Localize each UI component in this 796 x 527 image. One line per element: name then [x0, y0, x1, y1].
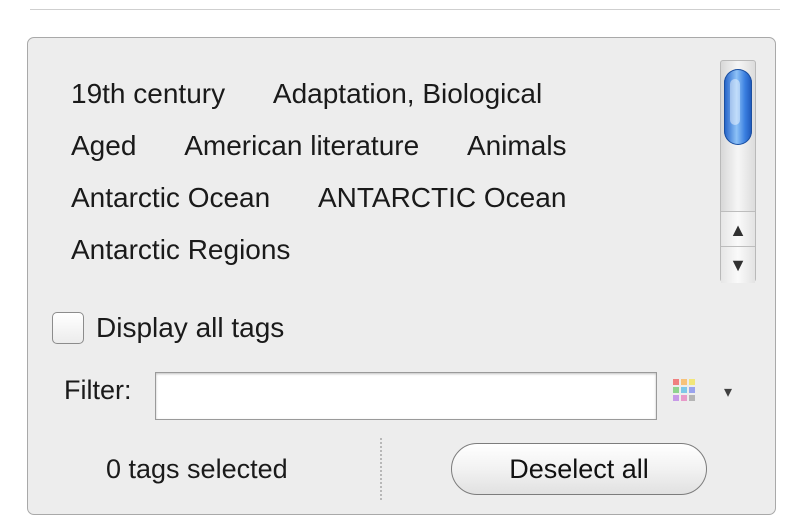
- tag-row: 19th century Adaptation, Biological: [68, 68, 688, 120]
- filter-label: Filter:: [64, 375, 132, 405]
- color-swatch: [689, 395, 695, 401]
- scroll-down-icon[interactable]: ▼: [721, 246, 755, 283]
- color-swatch: [681, 387, 687, 393]
- color-swatch: [689, 379, 695, 385]
- display-all-tags-label: Display all tags: [96, 312, 285, 343]
- color-swatch: [673, 379, 679, 385]
- tag-selector-pane: 19th century Adaptation, Biological Aged…: [27, 37, 776, 515]
- color-swatch: [673, 387, 679, 393]
- tag-item[interactable]: Adaptation, Biological: [273, 68, 542, 120]
- filter-input[interactable]: [155, 372, 657, 420]
- color-swatch: [681, 395, 687, 401]
- top-divider: [30, 9, 780, 10]
- tag-row: Aged American literature Animals: [68, 120, 688, 172]
- tags-selected-count: 0 tags selected: [106, 454, 288, 484]
- deselect-all-button[interactable]: Deselect all: [451, 443, 707, 495]
- tag-row: Antarctic Regions: [68, 224, 688, 276]
- scroll-thumb[interactable]: [724, 69, 752, 145]
- tag-color-grid-icon[interactable]: [673, 379, 697, 403]
- tag-item[interactable]: American literature: [184, 120, 419, 172]
- tag-item[interactable]: 19th century: [71, 68, 225, 120]
- display-all-tags-option[interactable]: Display all tags: [52, 310, 284, 346]
- tag-item[interactable]: Aged: [71, 120, 136, 172]
- tag-item[interactable]: Animals: [467, 120, 567, 172]
- tag-item[interactable]: ANTARCTIC Ocean: [318, 172, 566, 224]
- tag-cloud: 19th century Adaptation, Biological Aged…: [68, 68, 688, 288]
- scroll-up-icon[interactable]: ▲: [721, 211, 755, 248]
- tag-item[interactable]: Antarctic Ocean: [71, 172, 270, 224]
- footer-divider: [380, 438, 382, 500]
- tag-list-scrollbar[interactable]: ▲ ▼: [720, 60, 756, 283]
- filter-menu-arrow-icon[interactable]: ▾: [724, 382, 732, 402]
- color-swatch: [673, 395, 679, 401]
- display-all-tags-checkbox[interactable]: [52, 312, 84, 344]
- tag-item[interactable]: Antarctic Regions: [71, 224, 290, 276]
- tag-row: Antarctic Ocean ANTARCTIC Ocean: [68, 172, 688, 224]
- color-swatch: [681, 379, 687, 385]
- color-swatch: [689, 387, 695, 393]
